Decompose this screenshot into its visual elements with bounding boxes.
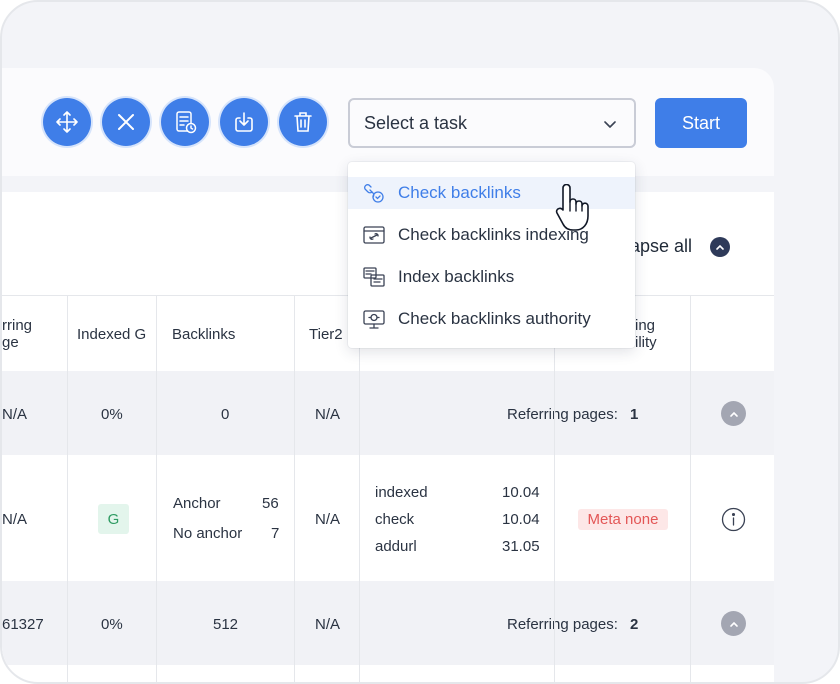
status-date: 10.04 <box>502 511 540 528</box>
column-divider <box>156 296 157 682</box>
indexed-google-badge: G <box>98 504 129 534</box>
task-select-value: Select a task <box>364 112 468 133</box>
referring-pages-label: Referring pages: <box>507 616 618 633</box>
column-divider <box>67 296 68 682</box>
referring-pages-count: 1 <box>630 406 639 423</box>
collapse-all-control[interactable]: llapse all <box>622 236 731 257</box>
browser-link-icon <box>363 226 385 244</box>
referring-pages-count: 2 <box>630 616 639 633</box>
chevron-down-icon <box>604 121 616 128</box>
menu-item-check-backlinks-indexing[interactable]: Check backlinks indexing <box>348 219 635 251</box>
cancel-button[interactable] <box>102 98 150 146</box>
report-button[interactable] <box>161 98 209 146</box>
column-divider <box>554 296 555 682</box>
column-divider <box>294 296 295 682</box>
link-check-icon <box>364 184 384 203</box>
meta-status-badge: Meta none <box>578 509 668 530</box>
col-spam: ing ility <box>635 317 657 351</box>
menu-item-label: Check backlinks authority <box>398 309 591 328</box>
status-label: addurl <box>375 538 417 555</box>
column-divider <box>359 296 360 682</box>
close-icon <box>118 114 134 130</box>
indexed-cell: 0% <box>101 616 123 633</box>
delete-button[interactable] <box>279 98 327 146</box>
menu-item-label: Index backlinks <box>398 267 515 286</box>
col-tier2: Tier2 <box>309 325 343 343</box>
hand-cursor-icon <box>555 184 589 231</box>
status-date: 10.04 <box>502 484 540 501</box>
anchor-label: Anchor <box>173 495 221 512</box>
trash-icon <box>294 112 312 132</box>
move-button[interactable] <box>43 98 91 146</box>
no-anchor-label: No anchor <box>173 525 243 542</box>
col-referring-page: rring ge <box>2 317 33 351</box>
start-button[interactable]: Start <box>655 98 747 148</box>
no-anchor-count: 7 <box>271 525 280 542</box>
info-icon[interactable] <box>721 507 746 532</box>
backlinks-cell: 0 <box>221 406 230 423</box>
collapse-all-button[interactable] <box>710 236 731 257</box>
column-divider <box>690 296 691 682</box>
task-dropdown-menu: Check backlinks Check backlinks indexing… <box>348 162 635 348</box>
chevron-up-icon <box>716 244 724 250</box>
row-collapse-button[interactable] <box>721 611 746 636</box>
report-icon <box>176 111 197 134</box>
app-frame: Select a task Start llapse all rring ge … <box>0 0 840 684</box>
status-label: check <box>375 511 415 528</box>
menu-item-index-backlinks[interactable]: Index backlinks <box>348 261 635 293</box>
row-collapse-button[interactable] <box>721 401 746 426</box>
status-label: indexed <box>375 484 428 501</box>
move-icon <box>56 111 78 133</box>
menu-item-check-backlinks-authority[interactable]: Check backlinks authority <box>348 303 635 335</box>
task-select[interactable]: Select a task <box>348 98 636 148</box>
index-pages-icon <box>363 267 385 287</box>
tier2-cell: N/A <box>315 511 341 528</box>
menu-item-label: Check backlinks <box>398 183 521 202</box>
chevron-up-icon <box>729 411 738 417</box>
download-button[interactable] <box>220 98 268 146</box>
col-backlinks: Backlinks <box>172 325 236 343</box>
tier2-cell: N/A <box>315 406 341 423</box>
menu-item-check-backlinks[interactable]: Check backlinks <box>348 177 635 209</box>
referring-page-cell: N/A <box>2 406 28 423</box>
indexed-cell: 0% <box>101 406 123 423</box>
tier2-cell: N/A <box>315 616 341 633</box>
chevron-up-icon <box>729 621 738 627</box>
referring-page-cell: N/A <box>2 511 28 528</box>
anchor-count: 56 <box>262 495 279 512</box>
backlinks-cell: 512 <box>213 616 239 633</box>
download-icon <box>235 112 253 132</box>
status-date: 31.05 <box>502 538 540 555</box>
monitor-check-icon <box>363 310 385 329</box>
referring-pages-label: Referring pages: <box>507 406 618 423</box>
referring-page-cell: 61327 <box>2 616 44 633</box>
col-indexed-g: Indexed G <box>77 325 147 343</box>
